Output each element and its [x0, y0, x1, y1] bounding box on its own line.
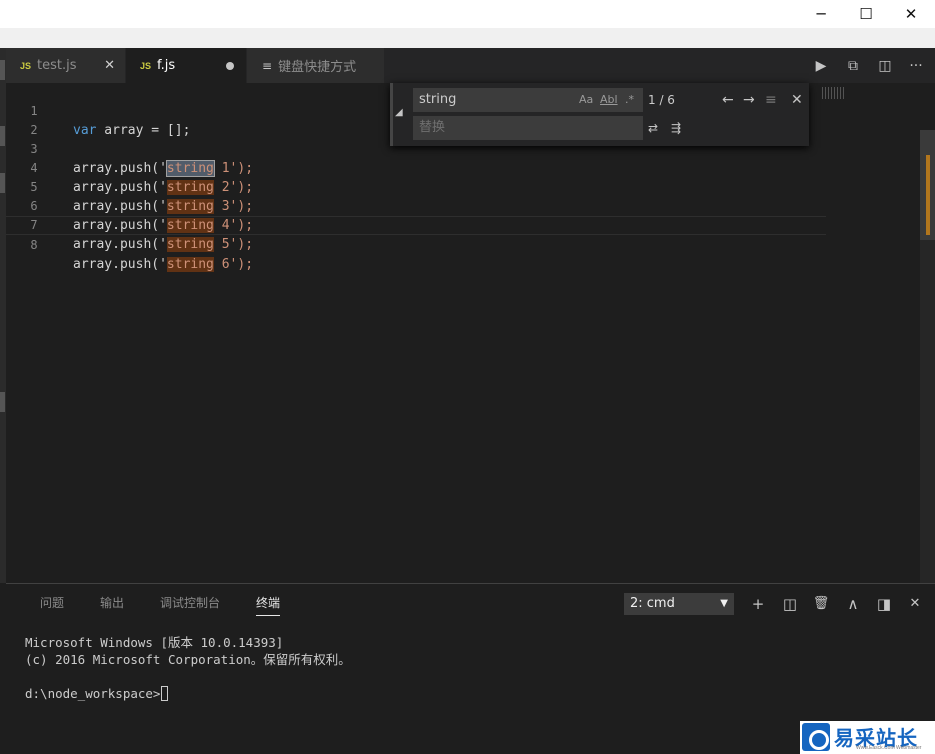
- close-tab-icon[interactable]: ✕: [104, 58, 115, 73]
- tab-label: 键盘快捷方式: [278, 60, 357, 75]
- activity-bar-item[interactable]: [0, 392, 5, 412]
- tab-output[interactable]: 输出: [100, 594, 124, 611]
- minimize-icon: ─: [816, 5, 826, 23]
- watermark-subtext: Www.Easck.Com Webmaster: [856, 745, 922, 751]
- activity-bar-item[interactable]: [0, 126, 5, 146]
- toggle-replace-icon[interactable]: ◢: [395, 107, 403, 118]
- terminal-cursor: [161, 686, 169, 701]
- close-panel-icon[interactable]: ✕: [905, 593, 925, 615]
- previous-match-icon[interactable]: ←: [722, 88, 734, 112]
- code-text: array.push(': [73, 237, 167, 252]
- code-line-current: 8 array.push('string 6');: [6, 216, 826, 272]
- line-number: 8: [30, 238, 38, 252]
- open-changes-icon[interactable]: ⧉: [840, 48, 866, 83]
- terminal-line: (c) 2016 Microsoft Corporation。保留所有权利。: [25, 652, 351, 667]
- editor-tab-bar: JS test.js ✕ JS f.js ≡ 键盘快捷方式: [6, 48, 935, 83]
- watermark-logo-icon: [802, 723, 830, 751]
- tab-debug-console[interactable]: 调试控制台: [160, 594, 220, 611]
- chevron-down-icon: ▼: [720, 598, 728, 609]
- unsaved-dot-icon[interactable]: [226, 61, 234, 70]
- trash-icon[interactable]: 🗑: [811, 593, 831, 615]
- js-file-icon: JS: [140, 60, 152, 71]
- search-match: string: [166, 237, 214, 252]
- list-icon: ≡: [262, 58, 273, 73]
- tab-label: test.js: [37, 58, 77, 73]
- activity-bar-item[interactable]: [0, 173, 5, 193]
- split-editor-icon[interactable]: ◫: [872, 48, 898, 83]
- next-match-icon[interactable]: →: [743, 88, 755, 112]
- watermark: 易采站长站 Www.Easck.Com Webmaster: [800, 721, 935, 754]
- tab-f-js[interactable]: JS f.js: [126, 48, 246, 83]
- code-string: 5');: [213, 237, 254, 252]
- maximize-button[interactable]: ☐: [843, 0, 889, 28]
- toggle-panel-icon[interactable]: ◨: [874, 593, 894, 615]
- find-widget: ◢ string Aa Abl .* 1 / 6 ← → ≡ ✕ 替换 ⇄ ⇶: [390, 83, 809, 146]
- menu-strip: [0, 28, 935, 48]
- match-count: 1 / 6: [648, 93, 675, 107]
- code-editor[interactable]: 1 var array = []; 2 3 array.push('string…: [6, 83, 935, 583]
- maximize-icon: ☐: [859, 5, 873, 23]
- close-find-icon[interactable]: ✕: [791, 88, 803, 112]
- search-match-markers: [926, 155, 930, 235]
- tab-problems[interactable]: 问题: [40, 594, 64, 611]
- terminal-line: Microsoft Windows [版本 10.0.14393]: [25, 635, 284, 650]
- bottom-panel: 问题 输出 调试控制台 终端 2: cmd ▼ + ◫ 🗑 ∧ ◨ ✕ Micr…: [6, 583, 935, 754]
- whole-word-icon[interactable]: Abl: [600, 88, 618, 112]
- tab-keyboard-shortcuts[interactable]: ≡ 键盘快捷方式: [247, 48, 384, 83]
- code-line: 7 array.push('string 5');: [6, 197, 826, 252]
- code-text: array.push(': [73, 257, 167, 272]
- terminal-select[interactable]: 2: cmd ▼: [624, 593, 734, 615]
- replace-icon[interactable]: ⇄: [648, 116, 658, 140]
- activity-bar-item[interactable]: [0, 60, 5, 80]
- tab-test-js[interactable]: JS test.js ✕: [6, 48, 125, 83]
- find-in-selection-icon[interactable]: ≡: [765, 88, 777, 112]
- close-window-button[interactable]: ✕: [888, 0, 934, 28]
- code-line: 5 array.push('string 3');: [6, 159, 826, 214]
- regex-icon[interactable]: .*: [625, 88, 634, 112]
- terminal-prompt[interactable]: d:\node_workspace>: [25, 685, 169, 702]
- tab-terminal[interactable]: 终端: [256, 594, 281, 616]
- minimap[interactable]: [822, 87, 846, 99]
- replace-input[interactable]: 替换: [413, 116, 643, 140]
- minimize-button[interactable]: ─: [798, 0, 844, 28]
- terminal-prompt-text: d:\node_workspace>: [25, 686, 161, 701]
- tab-label: f.js: [157, 58, 176, 73]
- add-terminal-icon[interactable]: +: [748, 593, 768, 615]
- search-match: string: [166, 257, 214, 272]
- code-string: 6');: [213, 257, 254, 272]
- replace-all-icon[interactable]: ⇶: [671, 116, 681, 140]
- match-case-icon[interactable]: Aa: [579, 88, 593, 112]
- more-actions-icon[interactable]: ···: [903, 48, 929, 83]
- code-line: 6 array.push('string 4');: [6, 178, 826, 233]
- terminal-select-value: 2: cmd: [630, 596, 675, 611]
- window-title-bar: ─ ☐ ✕: [0, 0, 935, 28]
- js-file-icon: JS: [20, 60, 32, 71]
- split-terminal-icon[interactable]: ◫: [780, 593, 800, 615]
- maximize-panel-icon[interactable]: ∧: [843, 593, 863, 615]
- run-icon[interactable]: ▶: [808, 48, 834, 83]
- close-icon: ✕: [904, 5, 918, 23]
